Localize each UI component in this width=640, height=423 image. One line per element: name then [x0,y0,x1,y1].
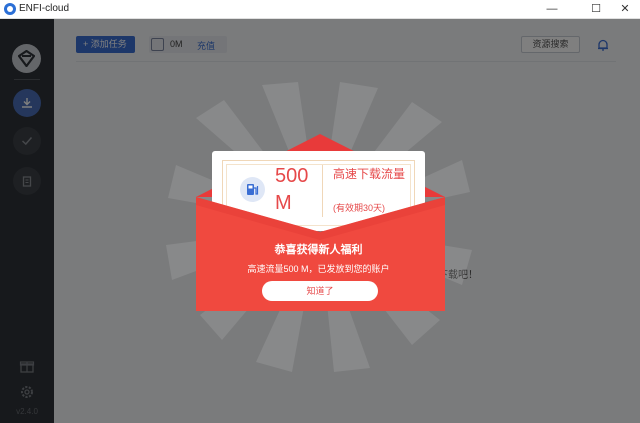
modal-title: 恭喜获得新人福利 [274,244,363,256]
confirm-button[interactable]: 知道了 [262,281,378,301]
modal-subtitle: 高速流量500 M，已发放到您的账户 [247,264,390,274]
envelope-body [196,197,445,311]
